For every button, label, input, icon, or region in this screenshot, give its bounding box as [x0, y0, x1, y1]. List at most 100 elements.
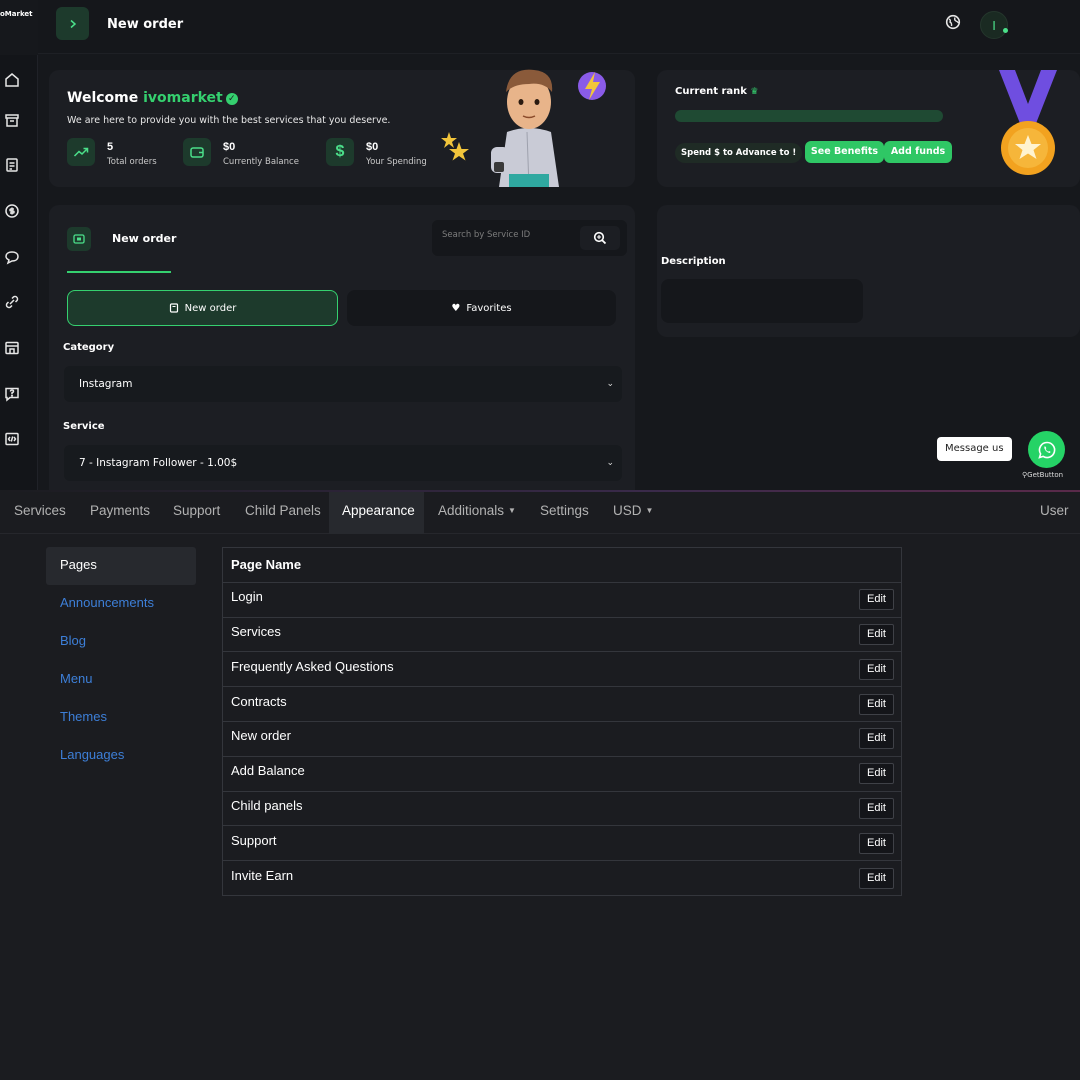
- edit-button[interactable]: Edit: [859, 867, 894, 889]
- page-name: Login: [231, 589, 263, 605]
- caret-down-icon: ▼: [645, 506, 654, 515]
- edit-button[interactable]: Edit: [859, 763, 894, 785]
- stat-label: Currently Balance: [223, 157, 299, 167]
- api-icon[interactable]: [3, 430, 21, 448]
- nav-payments[interactable]: Payments: [77, 492, 163, 534]
- table-row: Add Balance Edit: [222, 755, 902, 792]
- pages-table: Page Name Login Edit Services Edit Frequentl…: [222, 547, 902, 896]
- menu-item-announcements[interactable]: Announcements: [46, 585, 196, 623]
- rank-progress-bar: [675, 110, 943, 122]
- page-name: Contracts: [231, 693, 287, 709]
- nav-currency[interactable]: USD ▼: [600, 492, 666, 534]
- heart-icon: ♥: [451, 302, 461, 314]
- caret-down-icon: ▼: [508, 506, 516, 515]
- getbutton-credit[interactable]: ⚲GetButton: [1022, 471, 1063, 479]
- category-select[interactable]: Instagram ⌄: [64, 366, 622, 402]
- table-row: Contracts Edit: [222, 686, 902, 722]
- favorites-button[interactable]: ♥ Favorites: [347, 290, 616, 326]
- mascot-illustration: [441, 69, 606, 187]
- see-benefits-button[interactable]: See Benefits: [805, 141, 884, 163]
- page-title: New order: [107, 17, 184, 32]
- nav-user[interactable]: User: [1027, 492, 1080, 534]
- home-icon[interactable]: [3, 71, 21, 89]
- tab-new-order[interactable]: New order: [112, 232, 176, 245]
- column-header-page-name: Page Name: [222, 547, 902, 583]
- whatsapp-button[interactable]: [1028, 431, 1065, 468]
- trend-up-icon: [67, 138, 95, 166]
- user-panel-screenshot: oMarket New order I Welcome ivomarket ✓ …: [0, 0, 1080, 490]
- page-name-cell: Support Edit: [222, 825, 902, 861]
- edit-button[interactable]: Edit: [859, 623, 894, 645]
- order-tab-icon: [67, 227, 91, 251]
- edit-button[interactable]: Edit: [859, 589, 894, 611]
- rank-title: Current rank ♛: [675, 86, 759, 97]
- nav-additionals[interactable]: Additionals ▼: [425, 492, 529, 534]
- add-funds-button[interactable]: Add funds: [884, 141, 952, 163]
- rank-card: Current rank ♛ Spend $ to Advance to ! S…: [657, 70, 1080, 187]
- menu-item-menu[interactable]: Menu: [46, 661, 196, 699]
- service-select[interactable]: 7 - Instagram Follower - 1.00$ ⌄: [64, 445, 622, 481]
- sidebar-toggle-button[interactable]: [56, 7, 89, 40]
- chevron-down-icon: ⌄: [606, 458, 614, 468]
- menu-item-pages[interactable]: Pages: [46, 547, 196, 585]
- orders-list-icon[interactable]: [3, 156, 21, 174]
- table-row: Frequently Asked Questions Edit: [222, 651, 902, 687]
- message-us-bubble[interactable]: Message us: [937, 437, 1012, 461]
- table-row: Login Edit: [222, 581, 902, 618]
- affiliate-icon[interactable]: [3, 293, 21, 311]
- edit-button[interactable]: Edit: [859, 693, 894, 715]
- faq-icon[interactable]: [3, 385, 21, 403]
- table-row: Child panels Edit: [222, 790, 902, 826]
- menu-item-blog[interactable]: Blog: [46, 623, 196, 661]
- store-icon[interactable]: [3, 339, 21, 357]
- menu-item-languages[interactable]: Languages: [46, 737, 196, 775]
- add-funds-icon[interactable]: [3, 202, 21, 220]
- admin-navbar: Services Payments Support Child Panels A…: [0, 492, 1080, 534]
- page-name-cell: Contracts Edit: [222, 686, 902, 722]
- service-label: Service: [63, 421, 105, 432]
- service-search: [432, 220, 627, 256]
- edit-button[interactable]: Edit: [859, 658, 894, 680]
- page-name-cell: Login Edit: [222, 581, 902, 618]
- search-input[interactable]: [442, 230, 572, 240]
- sidebar: [0, 55, 38, 490]
- table-row: Services Edit: [222, 616, 902, 652]
- category-value: Instagram: [79, 378, 133, 390]
- stat-value: $0: [223, 141, 236, 153]
- nav-appearance[interactable]: Appearance: [329, 492, 424, 534]
- nav-services[interactable]: Services: [1, 492, 79, 534]
- edit-button[interactable]: Edit: [859, 728, 894, 750]
- menu-item-themes[interactable]: Themes: [46, 699, 196, 737]
- page-name-cell: Child panels Edit: [222, 790, 902, 826]
- avatar[interactable]: I: [980, 11, 1008, 39]
- search-icon: [593, 231, 607, 245]
- page-name: Child panels: [231, 797, 303, 813]
- favorites-label: Favorites: [466, 302, 512, 314]
- edit-button[interactable]: Edit: [859, 832, 894, 854]
- new-order-button[interactable]: New order: [67, 290, 338, 326]
- page-name-cell: Services Edit: [222, 616, 902, 652]
- verified-icon: ✓: [225, 93, 238, 105]
- description-label: Description: [661, 256, 726, 267]
- appearance-menu: Pages Announcements Blog Menu Themes Lan…: [46, 547, 196, 775]
- new-order-label: New order: [184, 302, 237, 314]
- chat-icon[interactable]: [3, 248, 21, 266]
- globe-icon[interactable]: [945, 14, 961, 30]
- table-row: New order Edit: [222, 720, 902, 757]
- search-button[interactable]: [580, 226, 620, 250]
- description-card: Description: [657, 205, 1080, 337]
- nav-support[interactable]: Support: [160, 492, 233, 534]
- page-name: Invite Earn: [231, 867, 294, 883]
- welcome-card: Welcome ivomarket ✓ We are here to provid…: [49, 69, 635, 187]
- page-name: Support: [231, 832, 277, 848]
- welcome-subtitle: We are here to provide you with the best…: [67, 115, 391, 126]
- order-icon: [169, 303, 178, 313]
- edit-button[interactable]: Edit: [859, 797, 894, 819]
- page-name: New order: [231, 728, 291, 744]
- nav-child-panels[interactable]: Child Panels: [232, 492, 334, 534]
- category-label: Category: [63, 342, 115, 353]
- stat-value: $0: [366, 141, 379, 153]
- archive-icon[interactable]: [3, 111, 21, 129]
- table-row: Invite Earn Edit: [222, 860, 902, 896]
- nav-settings[interactable]: Settings: [527, 492, 602, 534]
